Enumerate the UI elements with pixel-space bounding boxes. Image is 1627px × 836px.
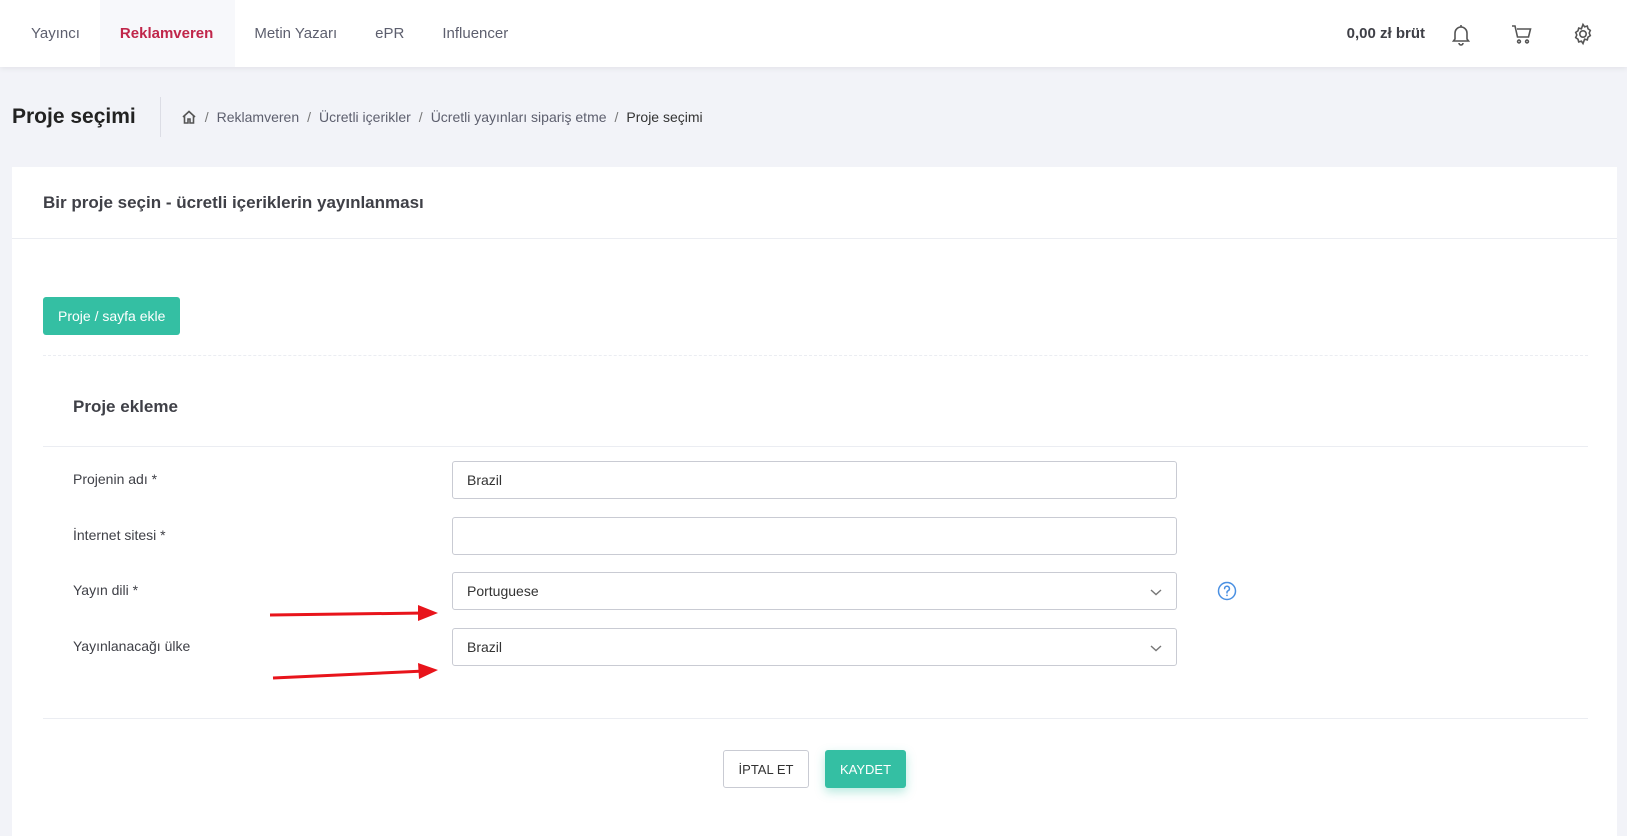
breadcrumb-separator: / <box>614 109 619 125</box>
subheader: Proje seçimi / Reklamveren / Ücretli içe… <box>12 97 703 137</box>
breadcrumb-current: Proje seçimi <box>626 109 703 125</box>
topbar-right: 0,00 zł brüt <box>1347 0 1627 67</box>
country-label: Yayınlanacağı ülke <box>73 638 191 654</box>
top-navbar: Yayıncı Reklamveren Metin Yazarı ePR Inf… <box>0 0 1627 67</box>
help-icon[interactable] <box>1217 581 1237 601</box>
gear-icon[interactable] <box>1569 20 1597 48</box>
home-icon[interactable] <box>181 109 197 125</box>
account-balance[interactable]: 0,00 zł brüt <box>1347 25 1425 42</box>
form-row-language: Yayın dili * Portuguese <box>12 572 1617 610</box>
divider <box>43 718 1588 719</box>
breadcrumb-separator: / <box>204 109 209 125</box>
nav-tab-yayinci[interactable]: Yayıncı <box>0 0 100 67</box>
project-name-label: Projenin adı * <box>73 471 158 487</box>
save-button[interactable]: KAYDET <box>825 750 906 788</box>
form-row-project-name: Projenin adı * Brazil <box>12 461 1617 499</box>
page-title: Proje seçimi <box>12 97 161 137</box>
country-select-value: Brazil <box>467 639 503 655</box>
project-selection-card: Bir proje seçin - ücretli içeriklerin ya… <box>12 167 1617 836</box>
breadcrumb-ucretli-icerikler[interactable]: Ücretli içerikler <box>319 109 411 125</box>
project-name-input[interactable]: Brazil <box>452 461 1177 499</box>
nav-tab-reklamveren[interactable]: Reklamveren <box>99 0 236 67</box>
website-input[interactable] <box>452 517 1177 555</box>
chevron-down-icon <box>1150 586 1162 598</box>
form-row-website: İnternet sitesi * <box>12 517 1617 555</box>
website-label: İnternet sitesi * <box>73 527 166 543</box>
nav-tab-influencer[interactable]: Influencer <box>423 0 527 67</box>
divider <box>43 355 1588 356</box>
nav-tab-epr[interactable]: ePR <box>356 0 423 67</box>
section-title: Proje ekleme <box>73 397 178 416</box>
cancel-button[interactable]: İPTAL ET <box>723 750 809 788</box>
breadcrumb-separator: / <box>418 109 423 125</box>
language-select-value: Portuguese <box>467 583 539 599</box>
breadcrumb: / Reklamveren / Ücretli içerikler / Ücre… <box>161 109 703 125</box>
bell-icon[interactable] <box>1447 20 1475 48</box>
language-select[interactable]: Portuguese <box>452 572 1177 610</box>
divider <box>43 446 1588 447</box>
form-row-country: Yayınlanacağı ülke Brazil <box>12 628 1617 666</box>
breadcrumb-reklamveren[interactable]: Reklamveren <box>217 109 299 125</box>
country-select[interactable]: Brazil <box>452 628 1177 666</box>
breadcrumb-separator: / <box>307 109 311 125</box>
breadcrumb-siparis-etme[interactable]: Ücretli yayınları sipariş etme <box>431 109 607 125</box>
card-title: Bir proje seçin - ücretli içeriklerin ya… <box>12 167 1617 239</box>
language-label: Yayın dili * <box>73 582 139 598</box>
chevron-down-icon <box>1150 642 1162 654</box>
main-nav-tabs: Yayıncı Reklamveren Metin Yazarı ePR Inf… <box>0 0 527 67</box>
nav-tab-metin-yazari[interactable]: Metin Yazarı <box>235 0 356 67</box>
cart-icon[interactable] <box>1508 20 1536 48</box>
add-project-button[interactable]: Proje / sayfa ekle <box>43 297 181 335</box>
